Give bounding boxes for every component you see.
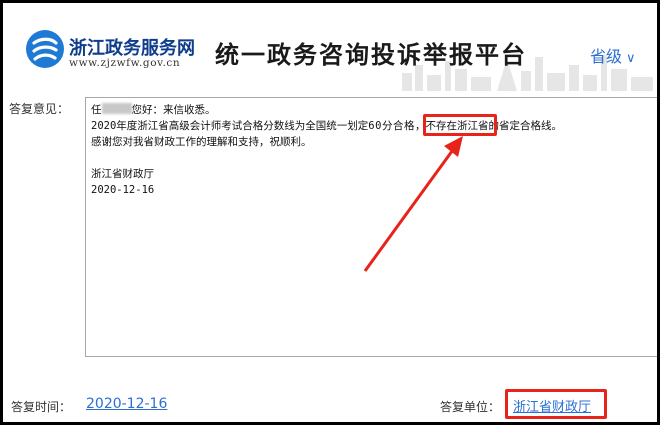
reply-line-2: 2020年度浙江省高级会计师考试合格分数线为全国统一划定60分合格，不存在浙江省…	[91, 118, 657, 134]
reply-signature: 浙江省财政厅	[91, 168, 154, 180]
reply-blank-line	[91, 150, 657, 166]
redacted-name	[101, 103, 132, 114]
greeting-line: 任 您好：来信收悉。	[91, 102, 657, 118]
reply-opinion-label: 答复意见：	[9, 102, 70, 116]
level-select-label: 省级	[590, 47, 623, 66]
reply-line-2-part-a: 2020年度浙江省高级会计师考试合格分数线为全国统一划定	[91, 120, 369, 132]
reply-date: 2020-12-16	[91, 184, 155, 196]
screenshot-frame: 浙江政务服务网 www.zjzwfw.gov.cn 统一政务咨询投诉举报平台 省…	[0, 0, 660, 425]
greeting-suffix: 您好：来信收悉。	[131, 104, 216, 116]
site-header: 浙江政务服务网 www.zjzwfw.gov.cn 统一政务咨询投诉举报平台 省…	[3, 3, 657, 91]
score-highlight-box	[423, 114, 497, 136]
reply-unit-label: 答复单位：	[440, 400, 501, 414]
reply-time-value: 2020-12-16	[86, 396, 168, 412]
reply-unit-link[interactable]: 浙江省财政厅	[513, 396, 591, 415]
reply-line-3: 感谢您对我省财政工作的理解和支持，祝顺利。	[91, 136, 312, 148]
site-url: www.zjzwfw.gov.cn	[69, 57, 181, 69]
greeting-prefix: 任	[91, 104, 102, 116]
chevron-down-icon: ∨	[626, 51, 636, 66]
zjzwfw-logo	[26, 30, 64, 68]
highlighted-score-text: 60分合格	[368, 120, 415, 132]
reply-textarea[interactable]: 任 您好：来信收悉。 2020年度浙江省高级会计师考试合格分数线为全国统一划定60分…	[85, 97, 657, 357]
platform-title: 统一政务咨询投诉举报平台	[215, 40, 527, 69]
reply-time-label: 答复时间：	[11, 400, 72, 414]
level-select-dropdown[interactable]: 省级 ∨	[590, 43, 636, 67]
